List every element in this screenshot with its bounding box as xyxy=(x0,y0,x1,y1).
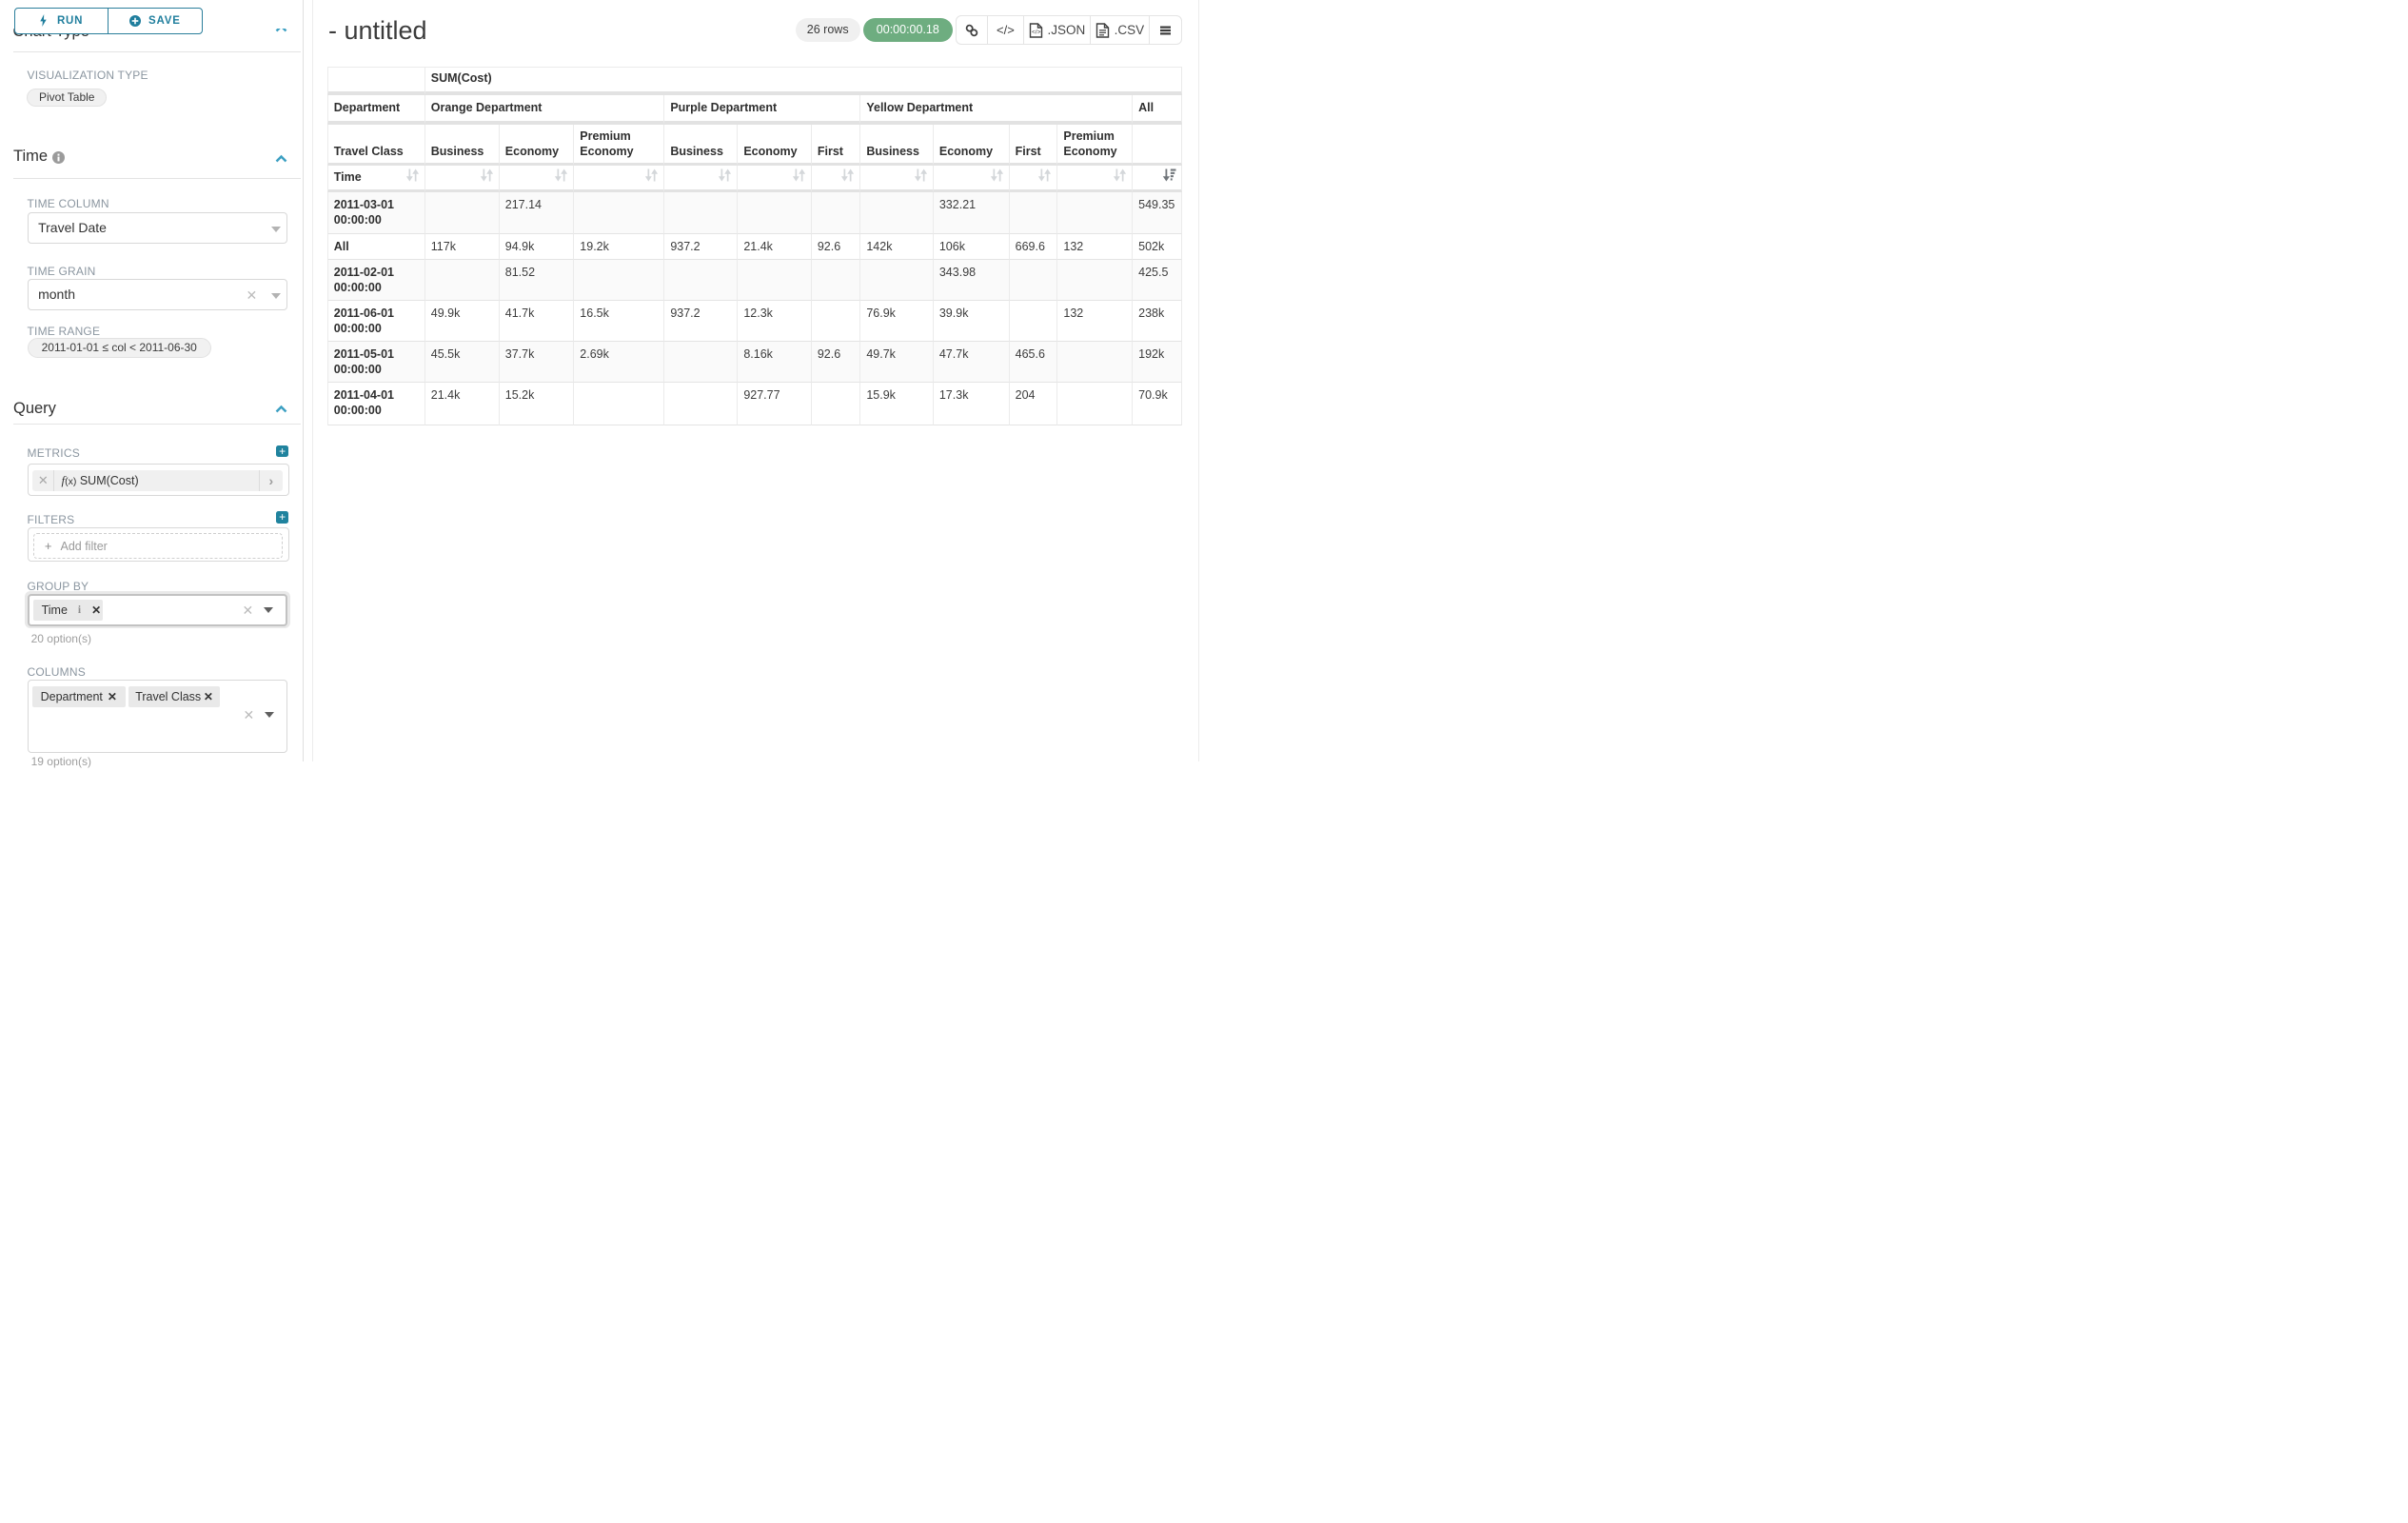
svg-text:</>: </> xyxy=(1032,29,1041,35)
